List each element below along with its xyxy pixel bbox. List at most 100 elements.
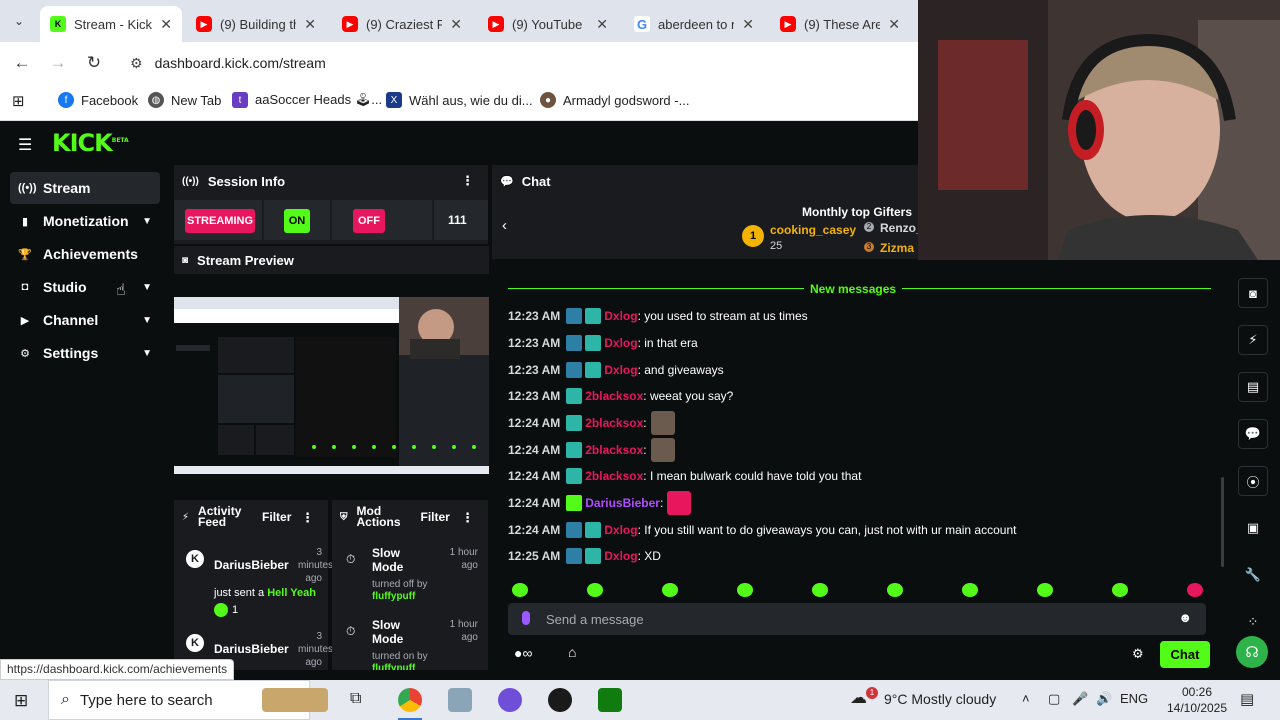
discord-icon[interactable] [498,688,522,712]
chat-message[interactable]: 12:24 AM 2blacksox: [508,438,675,462]
notifications-icon[interactable]: ▤ [1240,690,1254,708]
chat-message[interactable]: 12:24 AM DariusBieber: [508,491,692,515]
task-view-icon[interactable]: ⧉ [350,690,361,708]
layout-icon[interactable]: ▣ [1238,513,1268,543]
chat-message[interactable]: 12:23 AM Dxlog: in that era [508,333,698,353]
chevron-up-icon[interactable]: ˄ [1022,691,1030,706]
tab-youtube-2[interactable]: ▶ (9) Craziest Po ✕ [332,6,472,42]
close-icon[interactable]: ✕ [304,16,316,33]
new-messages-label[interactable]: New messages [804,282,903,296]
tab-google[interactable]: G aberdeen to n ✕ [624,6,764,42]
off-toggle[interactable]: OFF [353,209,385,233]
camera-icon[interactable]: ◙ [1238,278,1268,308]
on-toggle[interactable]: ON [284,209,310,233]
close-icon[interactable]: ✕ [742,16,754,33]
top-gifter-name[interactable]: cooking_casey [770,223,856,237]
feed-username[interactable]: DariusBieber [214,558,289,572]
tab-youtube-3[interactable]: ▶ (9) YouTube ✕ [478,6,618,42]
emote-icon[interactable] [662,583,678,597]
message-username[interactable]: Dxlog [604,336,637,350]
chat-message[interactable]: 12:25 AM Dxlog: XD [508,546,661,566]
close-icon[interactable]: ✕ [596,16,608,33]
chevron-left-icon[interactable]: ‹ [502,217,507,234]
dots-icon[interactable]: ⁘ [1238,607,1268,637]
meet-now-icon[interactable]: ▢ [1048,691,1060,707]
clock[interactable]: 00:26 14/10/2025 [1166,684,1228,716]
notes-icon[interactable]: ▤ [1238,372,1268,402]
chat-message[interactable]: 12:24 AM 2blacksox: [508,411,675,435]
address-bar[interactable]: ⚙ dashboard.kick.com/stream [118,48,908,78]
mod-filter-button[interactable]: Filter [421,511,450,523]
weather-text[interactable]: 9°C Mostly cloudy [884,691,996,707]
tab-youtube-4[interactable]: ▶ (9) These Are ✕ [770,6,910,42]
sidebar-item-channel[interactable]: ▶ Channel ▼ [10,304,160,336]
bookmark-new-tab[interactable]: ◍ New Tab [148,92,221,108]
bookmark-facebook[interactable]: f Facebook [58,92,138,108]
tab-search-button[interactable]: ⌄ [6,8,32,34]
sidebar-item-stream[interactable]: ((•)) Stream [10,172,160,204]
message-username[interactable]: 2blacksox [585,416,643,430]
store-icon[interactable]: ⌂ [568,644,576,660]
message-username[interactable]: 2blacksox [585,469,643,483]
tab-kick-stream[interactable]: K Stream - Kick ✕ [40,6,182,42]
close-icon[interactable]: ✕ [888,16,900,33]
site-settings-icon[interactable]: ⚙ [130,55,143,72]
message-username[interactable]: DariusBieber [585,496,660,510]
sidebar-item-studio[interactable]: ◘ Studio ▼ [10,271,160,303]
send-chat-button[interactable]: Chat [1160,641,1210,668]
chat-message[interactable]: 12:23 AM 2blacksox: weeat you say? [508,386,733,406]
microphone-icon[interactable]: 🎤 [1072,691,1088,707]
stream-preview-video[interactable] [174,297,489,474]
close-icon[interactable]: ✕ [160,16,172,33]
message-username[interactable]: Dxlog [604,523,637,537]
emote-icon[interactable] [737,583,753,597]
language-indicator[interactable]: ENG [1120,691,1148,706]
emoji-icon[interactable]: ☻ [1178,610,1192,625]
bookmark-armadyl[interactable]: ● Armadyl godsword -... [540,92,689,108]
reload-icon[interactable]: ↻ [82,52,106,74]
file-explorer-icon[interactable] [448,688,472,712]
chat-message[interactable]: 12:24 AM 2blacksox: I mean bulwark could … [508,466,861,486]
weather-cloud-icon[interactable]: ☁ [850,688,867,708]
message-username[interactable]: Dxlog [604,549,637,563]
chat-input[interactable]: Send a message ☻ [508,603,1206,635]
emote-icon[interactable] [1187,583,1203,597]
more-options-icon[interactable]: ⋮ [301,511,314,524]
bookmark-waehl-aus[interactable]: X Wähl aus, wie du di... [386,92,533,108]
emote-icon[interactable] [812,583,828,597]
volume-icon[interactable]: 🔊 [1096,691,1112,707]
more-options-icon[interactable]: ⋮ [461,173,474,189]
feed-username[interactable]: DariusBieber [214,642,289,656]
windows-start-icon[interactable]: ⊞ [14,691,28,711]
kick-logo[interactable]: KICKBETA [52,129,129,157]
activity-filter-button[interactable]: Filter [262,511,291,523]
close-icon[interactable]: ✕ [450,16,462,33]
emote-icon[interactable] [587,583,603,597]
more-options-icon[interactable]: ⋮ [461,511,474,524]
chrome-icon[interactable] [398,688,422,712]
obs-icon[interactable] [548,688,572,712]
emote-icon[interactable] [512,583,528,597]
apps-grid-icon[interactable]: ⊞ [12,92,25,110]
broadcast-icon[interactable]: ⦿ [1238,466,1268,496]
emote-icon[interactable] [962,583,978,597]
message-username[interactable]: 2blacksox [585,389,643,403]
microphone-icon[interactable] [522,611,530,625]
lightning-icon[interactable]: ⚡ [1238,325,1268,355]
support-icon[interactable]: ☊ [1236,636,1268,668]
back-arrow-icon[interactable]: ← [10,52,34,74]
chat-scrollbar[interactable] [1221,477,1224,567]
emote-icon[interactable] [1037,583,1053,597]
hamburger-menu-icon[interactable]: ☰ [18,135,32,155]
tab-youtube-1[interactable]: ▶ (9) Building th ✕ [186,6,326,42]
chat-message[interactable]: 12:23 AM Dxlog: you used to stream at us … [508,306,808,326]
message-username[interactable]: Dxlog [604,309,637,323]
xbox-icon[interactable] [598,688,622,712]
wrench-icon[interactable]: 🔧 [1238,560,1268,590]
sidebar-item-achievements[interactable]: 🏆 Achievements [10,238,160,270]
chat-message[interactable]: 12:23 AM Dxlog: and giveaways [508,360,724,380]
emote-icon[interactable] [887,583,903,597]
message-username[interactable]: 2blacksox [585,443,643,457]
sidebar-item-settings[interactable]: ⚙ Settings ▼ [10,337,160,369]
gear-icon[interactable]: ⚙ [1132,646,1144,662]
